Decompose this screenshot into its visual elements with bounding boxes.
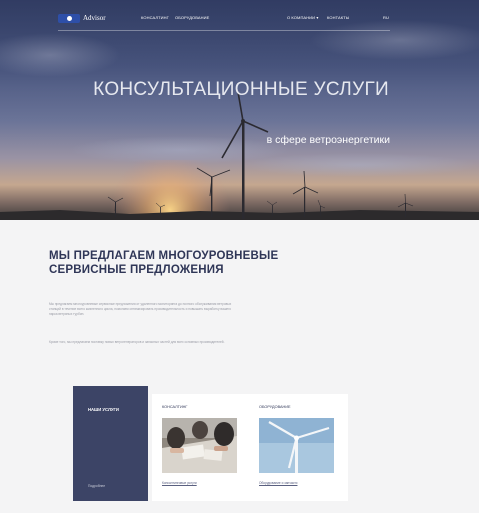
equipment-card-link[interactable]: Оборудование и запчасти: [259, 481, 297, 485]
consulting-image: [162, 418, 237, 473]
logo-text: Advisor: [83, 14, 106, 22]
chevron-down-icon: ▾: [316, 15, 319, 20]
consulting-card-link[interactable]: Консалтинговые услуги: [162, 481, 197, 485]
equipment-image: [259, 418, 334, 473]
nav-item-equipment[interactable]: ОБОРУДОВАНИЕ: [175, 15, 209, 20]
hero-section: Advisor КОНСАЛТИНГ ОБОРУДОВАНИЕ О КОМПАН…: [0, 0, 479, 220]
logo[interactable]: Advisor: [58, 12, 106, 24]
page: Advisor КОНСАЛТИНГ ОБОРУДОВАНИЕ О КОМПАН…: [0, 0, 479, 513]
nav-item-consulting[interactable]: КОНСАЛТИНГ: [141, 15, 169, 20]
language-switcher[interactable]: RU: [383, 15, 389, 20]
nav-item-contacts[interactable]: КОНТАКТЫ: [327, 15, 349, 20]
nav-item-about[interactable]: О КОМПАНИИ ▾: [287, 15, 318, 20]
nav-divider: [58, 30, 390, 31]
equipment-card[interactable]: ОБОРУДОВАНИЕ Оборудование и запчасти: [249, 394, 348, 501]
our-services-card[interactable]: НАШИ УСЛУГИ Подробнее: [73, 386, 148, 501]
services-heading: МЫ ПРЕДЛАГАЕМ МНОГОУРОВНЕВЫЕ СЕРВИСНЫЕ П…: [49, 250, 279, 276]
services-paragraph-2: Кроме того, мы предлагаем поставку новых…: [49, 340, 225, 344]
consulting-card[interactable]: КОНСАЛТИНГ Консалтинговые услуги: [152, 394, 251, 501]
hero-subtitle: в сфере ветроэнергетики: [266, 134, 390, 146]
equipment-card-title: ОБОРУДОВАНИЕ: [259, 405, 291, 409]
services-cards: НАШИ УСЛУГИ Подробнее КОНСАЛТИНГ Консалт…: [73, 386, 348, 501]
top-navigation: Advisor КОНСАЛТИНГ ОБОРУДОВАНИЕ О КОМПАН…: [58, 10, 390, 26]
our-services-title: НАШИ УСЛУГИ: [88, 407, 119, 412]
hero-title: КОНСУЛЬТАЦИОННЫЕ УСЛУГИ: [93, 79, 389, 100]
hero-overlay: [0, 0, 479, 220]
logo-icon: [58, 13, 80, 23]
services-paragraph-1: Мы предлагаем многоуровневые сервисные п…: [49, 302, 232, 316]
consulting-card-title: КОНСАЛТИНГ: [162, 405, 188, 409]
our-services-link[interactable]: Подробнее: [88, 484, 105, 488]
nav-item-about-label: О КОМПАНИИ: [287, 15, 316, 20]
services-section: МЫ ПРЕДЛАГАЕМ МНОГОУРОВНЕВЫЕ СЕРВИСНЫЕ П…: [0, 220, 479, 513]
